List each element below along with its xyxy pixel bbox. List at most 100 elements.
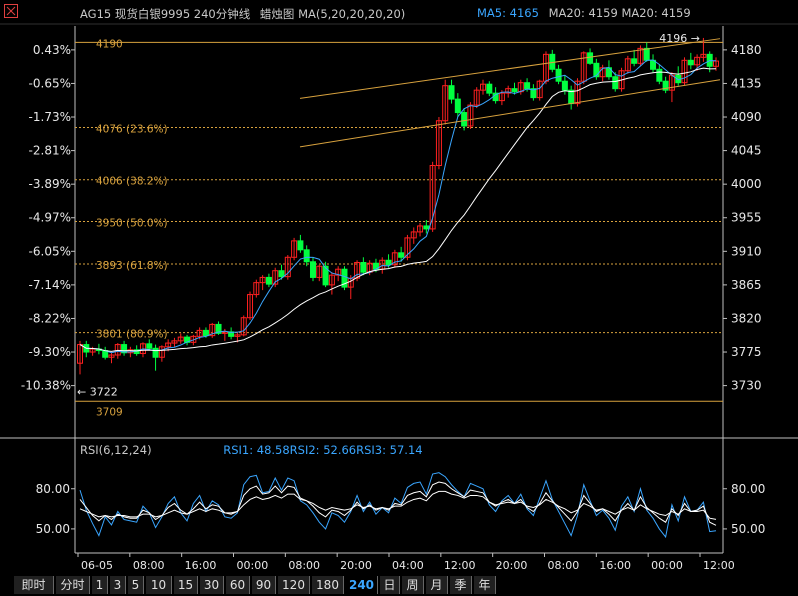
fib-level-label: 3950 (50.0%) — [96, 217, 168, 229]
max-price-annotation: 4196 → — [659, 32, 700, 45]
tab-year[interactable]: 年 — [474, 576, 496, 594]
candle-body — [555, 68, 562, 82]
y-tick-label-right: 3865 — [731, 278, 762, 292]
y-tick-label-left: -6.05% — [29, 244, 71, 258]
rsi-tick-label-right: 50.00 — [731, 522, 765, 536]
tab-5min[interactable]: 5 — [128, 576, 144, 594]
candle-body — [511, 88, 518, 93]
x-tick-label: 16:00 — [185, 559, 217, 572]
y-tick-label-right: 4180 — [731, 43, 762, 57]
y-tick-label-right: 3730 — [731, 379, 762, 393]
chart-header: AG15 现货白银9995 240分钟线 蜡烛图 MA(5,20,20,20,2… — [80, 6, 405, 22]
fib-level-label: 4006 (38.2%) — [96, 176, 168, 188]
tab-10min[interactable]: 10 — [146, 576, 172, 594]
ma20-line — [79, 67, 717, 352]
candle-body — [612, 76, 619, 90]
rsi-title: RSI(6,12,24) — [80, 443, 152, 457]
y-tick-label-right: 3955 — [731, 211, 762, 225]
candle-body — [643, 47, 650, 61]
y-tick-label-left: -3.89% — [29, 177, 71, 191]
rsi-tick-label-left: 50.00 — [36, 522, 70, 536]
ma-values: MA5: 4165 MA20: 4159 MA20: 4159 — [477, 6, 691, 20]
tab-180min[interactable]: 180 — [312, 576, 344, 594]
y-tick-label-left: -4.97% — [29, 211, 71, 225]
ma-config-label: MA(5,20,20,20,20) — [298, 7, 406, 21]
rsi3-value: RSI3: 57.14 — [356, 443, 423, 457]
candle-body — [309, 261, 316, 278]
fib-level-label: 3801 (80.9%) — [96, 329, 168, 341]
tab-120min[interactable]: 120 — [278, 576, 310, 594]
fib-level-label: 3893 (61.8%) — [96, 260, 168, 272]
ma20-value-a: MA20: 4159 — [548, 6, 618, 20]
ma5-line — [79, 59, 717, 354]
candle-body — [524, 82, 531, 90]
tab-1min[interactable]: 1 — [92, 576, 108, 594]
candle-body — [561, 80, 568, 91]
y-tick-label-left: -8.22% — [29, 311, 71, 325]
candle-body — [360, 262, 367, 273]
y-tick-label-left: -2.81% — [29, 144, 71, 158]
y-tick-label-left: -1.73% — [29, 110, 71, 124]
candle-body — [448, 85, 455, 100]
tab-240min[interactable]: 240 — [346, 576, 378, 594]
candle-body — [461, 112, 468, 127]
rsi-tick-label-right: 80.00 — [731, 482, 765, 496]
rsi1-value: RSI1: 48.58 — [223, 443, 290, 457]
tab-30min[interactable]: 30 — [200, 576, 224, 594]
x-tick-label: 16:00 — [599, 559, 631, 572]
candle-body — [593, 62, 600, 78]
x-tick-label: 08:00 — [548, 559, 580, 572]
candle-body — [398, 252, 405, 258]
tab-3min[interactable]: 3 — [110, 576, 126, 594]
x-tick-label: 04:00 — [392, 559, 424, 572]
ma5-value: MA5: 4165 — [477, 6, 539, 20]
rsi-line-rsi3 — [79, 490, 717, 520]
fib-level-label: 3709 — [96, 406, 123, 418]
candle-body — [265, 276, 272, 285]
x-tick-label: 06-05 — [81, 559, 113, 572]
x-tick-label: 20:00 — [496, 559, 528, 572]
tab-day[interactable]: 日 — [380, 576, 400, 594]
chart-kind-label: 蜡烛图 — [259, 7, 295, 21]
y-tick-label-right: 4045 — [731, 144, 762, 158]
candle-body — [656, 68, 663, 82]
candle-body — [631, 58, 638, 64]
tab-15min[interactable]: 15 — [174, 576, 198, 594]
x-tick-label: 00:00 — [651, 559, 683, 572]
fib-level-label: 4076 (23.6%) — [96, 123, 168, 135]
tab-month[interactable]: 月 — [426, 576, 448, 594]
y-tick-label-left: -0.65% — [29, 76, 71, 90]
candle-body — [385, 259, 392, 266]
y-tick-label-right: 3820 — [731, 311, 762, 325]
y-tick-label-right: 3775 — [731, 345, 762, 359]
y-tick-label-right: 3910 — [731, 244, 762, 258]
x-tick-label: 08:00 — [288, 559, 320, 572]
candle-body — [454, 98, 461, 114]
candle-body — [568, 89, 575, 105]
y-tick-label-left: -7.14% — [29, 278, 71, 292]
crosshair-square-icon[interactable] — [4, 4, 18, 18]
y-tick-label-right: 4135 — [731, 76, 762, 90]
x-tick-label: 12:00 — [444, 559, 476, 572]
y-tick-label-left: -10.38% — [21, 379, 71, 393]
chart-canvas: 4180 0.43% 4135 -0.65% 4090 -1.73% 4045 -2.81% 4… — [0, 23, 798, 572]
candle-body — [587, 52, 594, 64]
x-tick-label: 00:00 — [237, 559, 269, 572]
candle-body — [146, 343, 153, 349]
tab-timeshare[interactable]: 分时 — [56, 576, 90, 594]
period-tab-bar: 即时 分时 1 3 5 10 15 30 60 90 120 180 240 日… — [0, 574, 798, 596]
tab-week[interactable]: 周 — [402, 576, 424, 594]
candle-body — [687, 59, 694, 66]
tab-season[interactable]: 季 — [450, 576, 472, 594]
y-tick-label-right: 4000 — [731, 177, 762, 191]
tab-90min[interactable]: 90 — [252, 576, 276, 594]
ma20-value-b: MA20: 4159 — [621, 6, 691, 20]
y-tick-label-left: 0.43% — [33, 43, 71, 57]
tab-60min[interactable]: 60 — [226, 576, 250, 594]
x-tick-label: 12:00 — [703, 559, 735, 572]
tab-realtime[interactable]: 即时 — [14, 576, 54, 594]
rsi-line-rsi2 — [79, 481, 717, 526]
x-tick-label: 20:00 — [340, 559, 372, 572]
candle-body — [297, 240, 304, 251]
symbol-title: AG15 现货白银9995 240分钟线 — [80, 7, 251, 21]
